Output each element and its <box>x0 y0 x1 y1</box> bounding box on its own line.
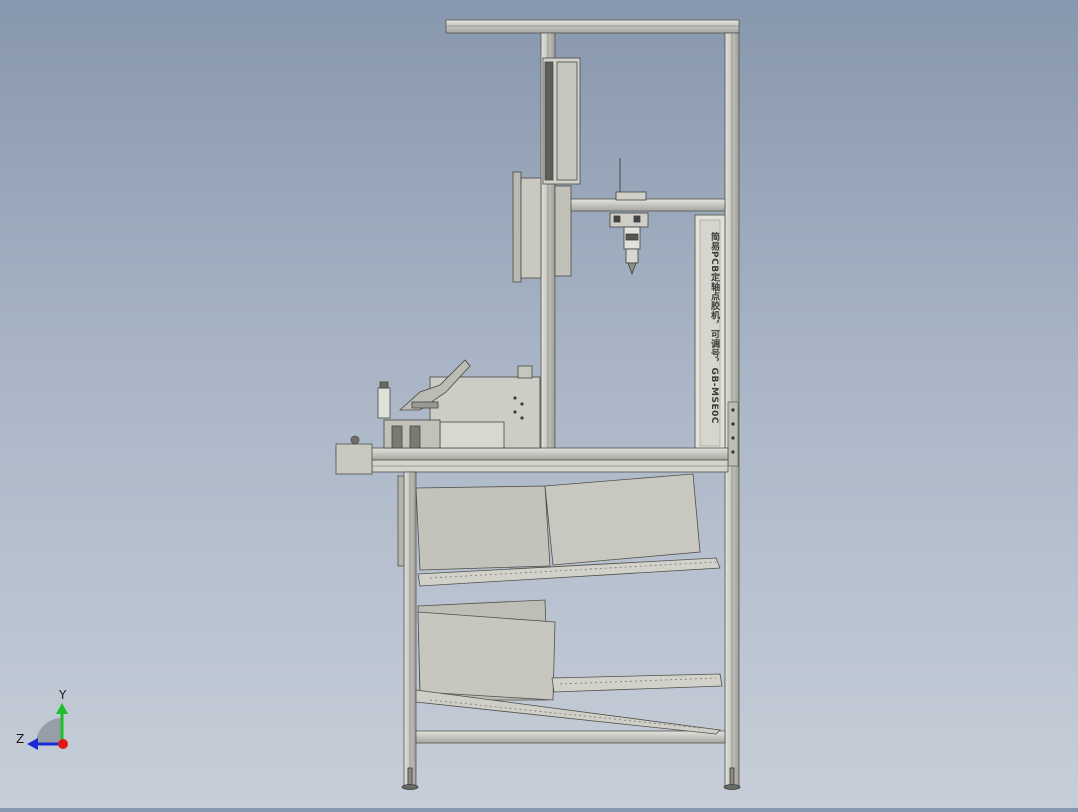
upper-shelf <box>415 473 721 587</box>
coordinate-triad <box>27 703 68 750</box>
side-bracket <box>727 401 739 467</box>
leveling-feet <box>401 767 741 790</box>
top-beam <box>445 19 740 34</box>
triad-arc <box>36 718 62 744</box>
x-axis-dot <box>58 739 68 749</box>
dispenser-head <box>609 158 649 276</box>
gantry-crossbar <box>554 198 726 212</box>
triad-y-label: Y <box>59 688 67 702</box>
tabletop <box>335 447 729 461</box>
machine-label: 简易PCB定轴点胶机，可调号，GB-MSE0C <box>709 232 719 424</box>
machine-drawing <box>27 19 741 790</box>
control-box <box>542 57 581 185</box>
bottom-rail <box>415 730 726 744</box>
tray-box <box>335 443 373 475</box>
triad-z-label: Z <box>16 732 25 746</box>
lower-shelf <box>415 599 723 735</box>
cad-viewport[interactable]: 简易PCB定轴点胶机，可调号，GB-MSE0C Y Z <box>0 0 1078 808</box>
table-machinery <box>377 359 541 449</box>
